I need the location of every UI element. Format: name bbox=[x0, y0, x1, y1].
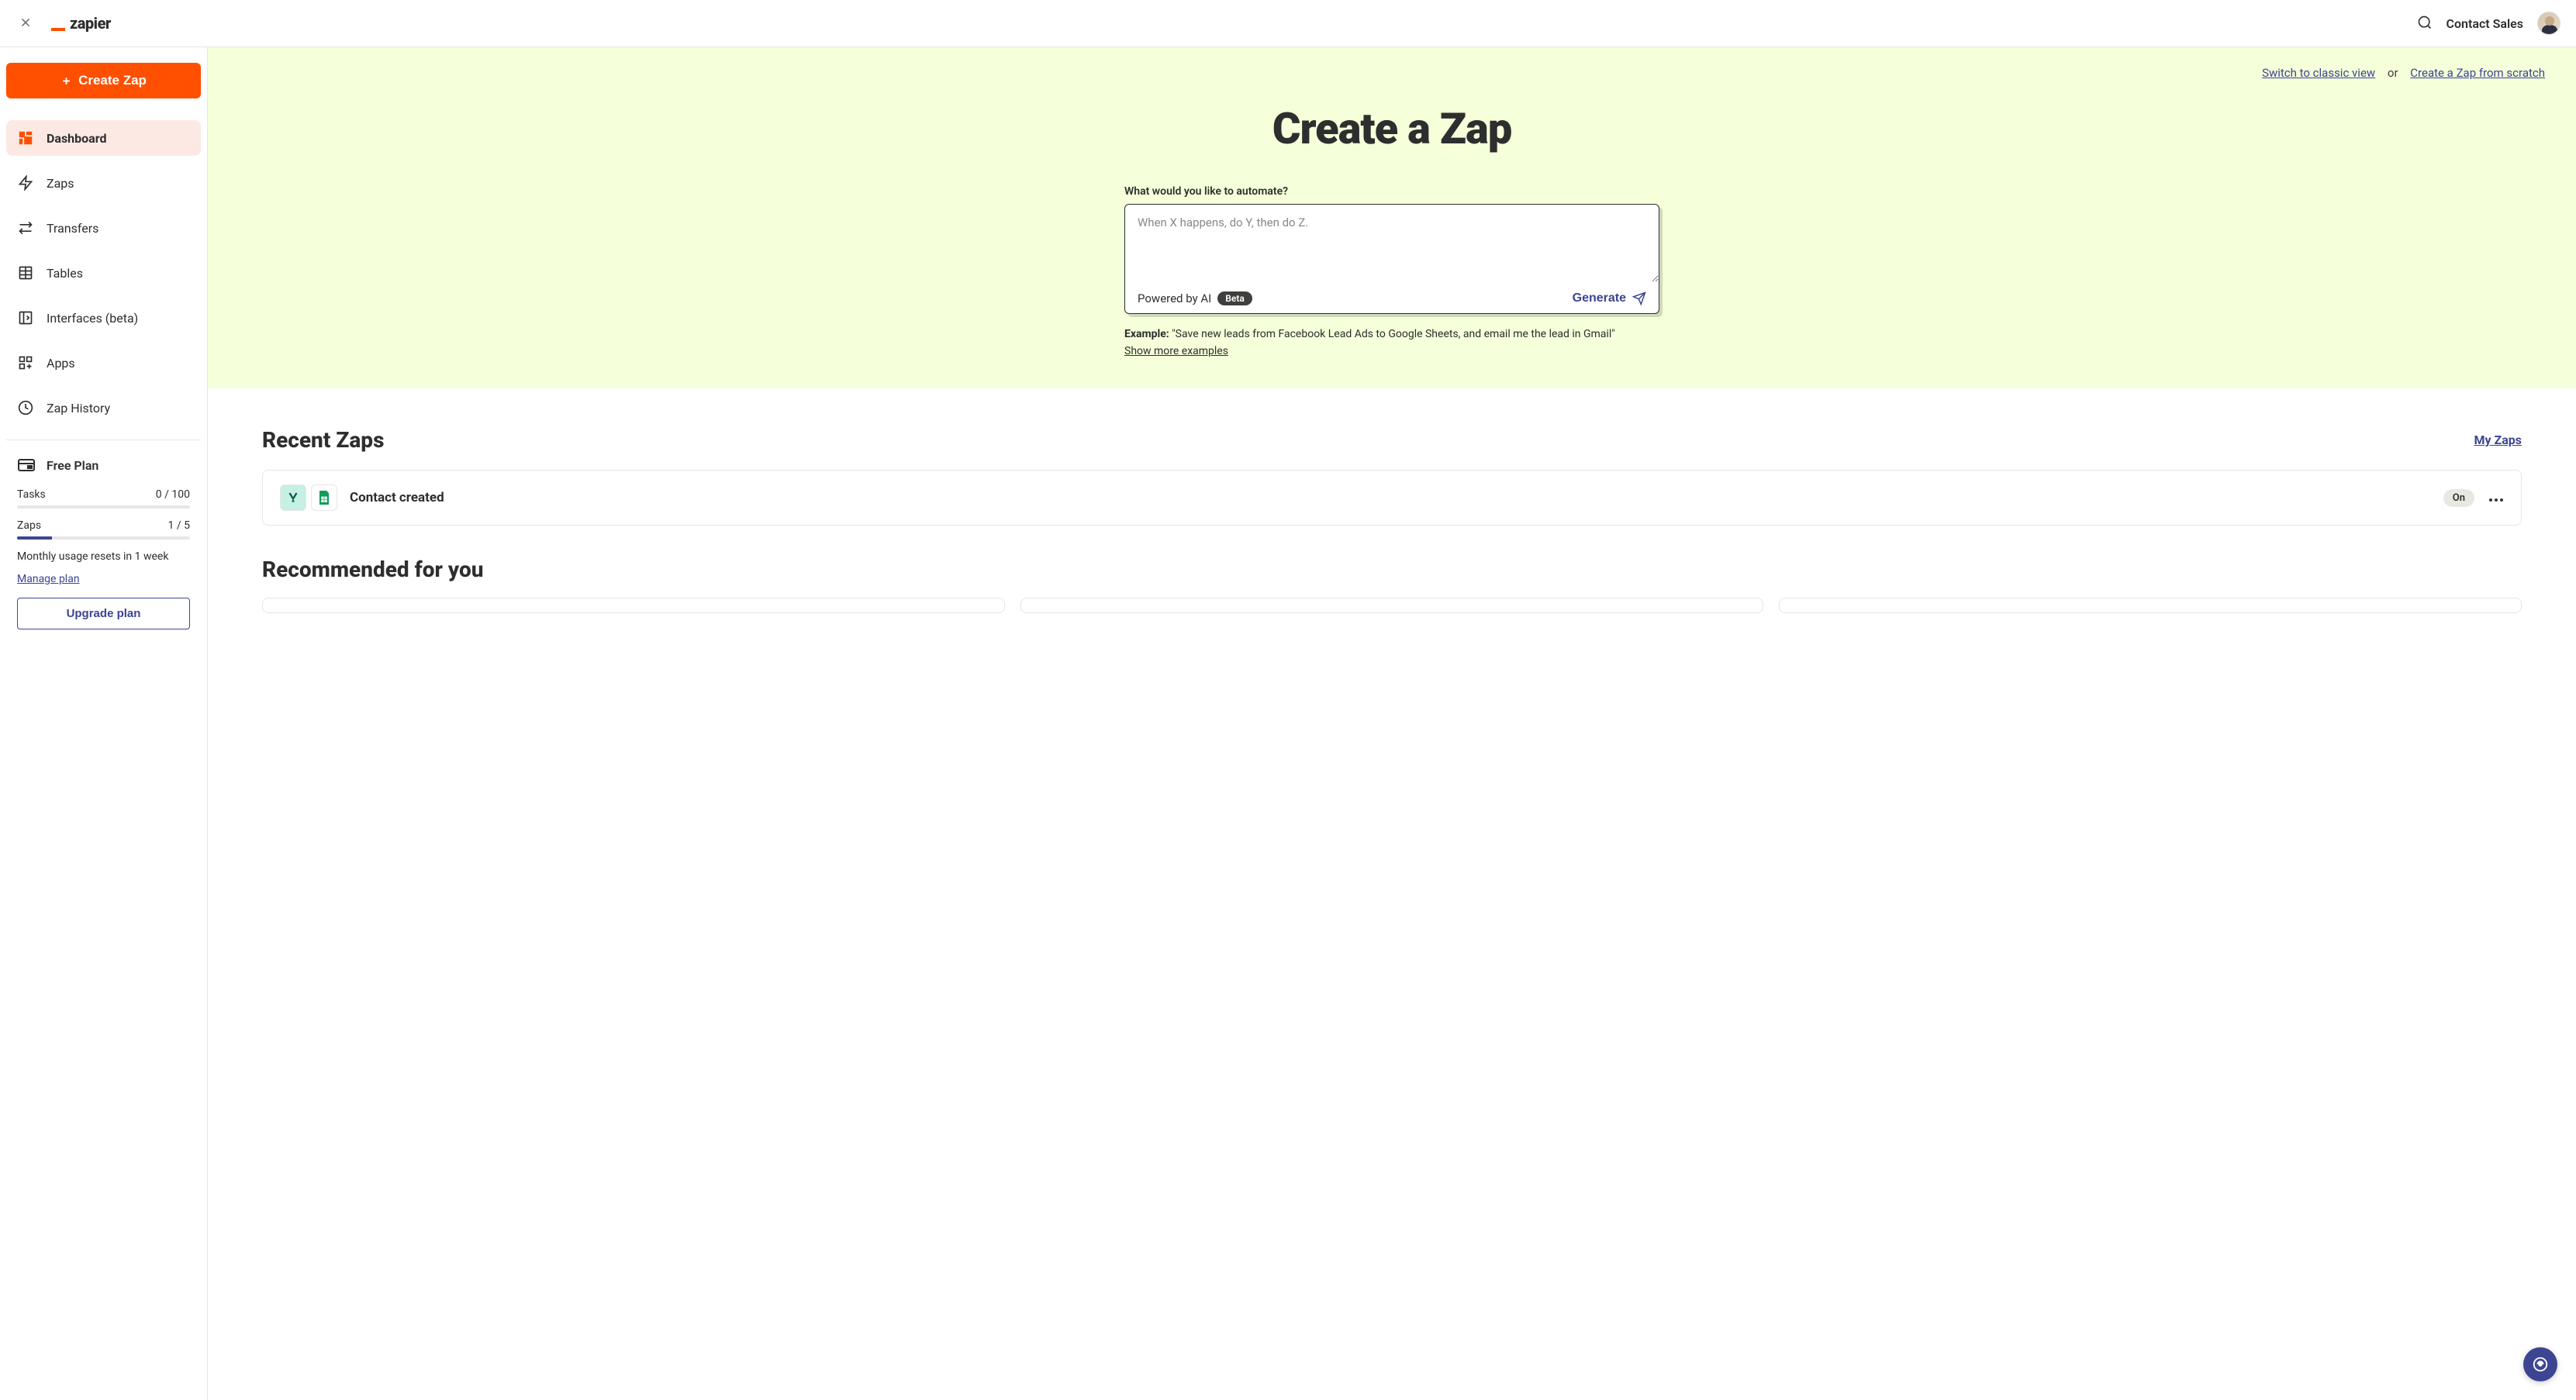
header-left: zapier bbox=[16, 12, 111, 35]
nav-apps[interactable]: Apps bbox=[6, 345, 201, 381]
hero-links: Switch to classic view or Create a Zap f… bbox=[239, 66, 2545, 80]
reset-text: Monthly usage resets in 1 week bbox=[17, 550, 190, 563]
nav-label: Apps bbox=[47, 356, 75, 371]
nav-transfers[interactable]: Transfers bbox=[6, 210, 201, 246]
recommended-title: Recommended for you bbox=[262, 557, 2522, 582]
tasks-value: 0 / 100 bbox=[156, 488, 190, 501]
powered-text: Powered by AI bbox=[1138, 291, 1211, 305]
zaps-usage-row: Zaps 1 / 5 bbox=[17, 519, 190, 532]
recent-title: Recent Zaps bbox=[262, 427, 384, 453]
logo-text: zapier bbox=[70, 14, 111, 33]
close-icon bbox=[19, 16, 33, 29]
example-prefix: Example: bbox=[1124, 328, 1169, 340]
zaps-progress bbox=[17, 536, 190, 540]
tasks-usage-row: Tasks 0 / 100 bbox=[17, 488, 190, 501]
app-icon-sheets bbox=[311, 484, 337, 511]
main-content: Switch to classic view or Create a Zap f… bbox=[208, 47, 2576, 1400]
upgrade-plan-button[interactable]: Upgrade plan bbox=[17, 598, 190, 629]
nav-dashboard[interactable]: Dashboard bbox=[6, 120, 201, 156]
switch-classic-link[interactable]: Switch to classic view bbox=[2262, 66, 2375, 80]
nav-tables[interactable]: Tables bbox=[6, 255, 201, 291]
nav-label: Interfaces (beta) bbox=[47, 311, 138, 326]
nav-zap-history[interactable]: Zap History bbox=[6, 390, 201, 426]
send-icon bbox=[1632, 291, 1646, 305]
powered-by: Powered by AI Beta bbox=[1138, 291, 1252, 305]
chat-icon bbox=[2532, 1356, 2549, 1373]
help-fab[interactable] bbox=[2523, 1347, 2557, 1381]
sidebar: Create Zap Dashboard Zaps Tra bbox=[0, 47, 208, 1400]
tasks-progress bbox=[17, 505, 190, 509]
generate-button[interactable]: Generate bbox=[1573, 291, 1646, 305]
dashboard-icon bbox=[17, 129, 34, 147]
plan-icon bbox=[17, 456, 36, 474]
nav-label: Zaps bbox=[47, 176, 74, 191]
zap-name: Contact created bbox=[350, 490, 444, 505]
recommended-card[interactable] bbox=[1779, 598, 2522, 613]
prompt-label: What would you like to automate? bbox=[1124, 185, 1659, 198]
close-button[interactable] bbox=[16, 12, 36, 35]
plan-name: Free Plan bbox=[47, 458, 98, 473]
zaps-label: Zaps bbox=[17, 519, 41, 532]
content-area: Recent Zaps My Zaps Contact created bbox=[208, 388, 2576, 652]
app-icon-yousign bbox=[280, 484, 306, 511]
interfaces-icon bbox=[17, 309, 34, 326]
recommended-cards bbox=[262, 598, 2522, 613]
zap-more-button[interactable] bbox=[2488, 489, 2504, 507]
prompt-box: Powered by AI Beta Generate bbox=[1124, 204, 1659, 314]
more-icon bbox=[2488, 498, 2504, 502]
search-icon bbox=[2417, 15, 2433, 30]
tasks-label: Tasks bbox=[17, 488, 46, 501]
nav-label: Transfers bbox=[47, 221, 98, 236]
hero-title: Create a Zap bbox=[239, 103, 2545, 154]
logo-mark bbox=[51, 28, 65, 31]
nav-zaps[interactable]: Zaps bbox=[6, 165, 201, 201]
zap-card-right: On bbox=[2443, 489, 2504, 507]
contact-sales-link[interactable]: Contact Sales bbox=[2447, 16, 2523, 31]
zap-icon bbox=[17, 174, 34, 191]
header-right: Contact Sales bbox=[2417, 12, 2560, 35]
transfers-icon bbox=[17, 219, 34, 236]
recent-header: Recent Zaps My Zaps bbox=[262, 427, 2522, 453]
prompt-input[interactable] bbox=[1125, 205, 1659, 282]
hero-section: Switch to classic view or Create a Zap f… bbox=[208, 47, 2576, 388]
generate-label: Generate bbox=[1573, 291, 1626, 305]
nav-list: Dashboard Zaps Transfers T bbox=[6, 114, 201, 426]
plan-section: Free Plan Tasks 0 / 100 Zaps 1 / 5 Month… bbox=[6, 440, 201, 645]
or-text: or bbox=[2388, 66, 2398, 80]
zap-card-left: Contact created bbox=[280, 484, 444, 511]
user-avatar[interactable] bbox=[2537, 12, 2560, 35]
create-scratch-link[interactable]: Create a Zap from scratch bbox=[2410, 66, 2545, 80]
tables-icon bbox=[17, 264, 34, 281]
zap-card[interactable]: Contact created On bbox=[262, 470, 2522, 526]
prompt-footer: Powered by AI Beta Generate bbox=[1125, 285, 1659, 313]
prompt-section: What would you like to automate? Powered… bbox=[1124, 185, 1659, 357]
nav-label: Zap History bbox=[47, 401, 110, 416]
example-text: "Save new leads from Facebook Lead Ads t… bbox=[1172, 328, 1615, 340]
plus-icon bbox=[60, 75, 72, 87]
create-zap-button[interactable]: Create Zap bbox=[6, 63, 201, 98]
nav-label: Tables bbox=[47, 266, 83, 281]
example-row: Example: "Save new leads from Facebook L… bbox=[1124, 328, 1659, 340]
my-zaps-link[interactable]: My Zaps bbox=[2474, 433, 2522, 447]
zaps-value: 1 / 5 bbox=[168, 519, 190, 532]
recommended-card[interactable] bbox=[1020, 598, 1763, 613]
history-icon bbox=[17, 399, 34, 416]
plan-header: Free Plan bbox=[17, 456, 190, 474]
app-icons bbox=[280, 484, 337, 511]
recommended-card[interactable] bbox=[262, 598, 1005, 613]
create-zap-label: Create Zap bbox=[78, 73, 147, 88]
manage-plan-link[interactable]: Manage plan bbox=[17, 573, 80, 585]
apps-icon bbox=[17, 354, 34, 371]
nav-interfaces[interactable]: Interfaces (beta) bbox=[6, 300, 201, 336]
nav-label: Dashboard bbox=[47, 131, 106, 146]
show-more-examples-link[interactable]: Show more examples bbox=[1124, 345, 1228, 357]
zapier-logo[interactable]: zapier bbox=[51, 14, 111, 33]
header-bar: zapier Contact Sales bbox=[0, 0, 2576, 47]
search-button[interactable] bbox=[2417, 15, 2433, 33]
beta-badge: Beta bbox=[1217, 291, 1252, 305]
zap-status[interactable]: On bbox=[2443, 489, 2474, 507]
